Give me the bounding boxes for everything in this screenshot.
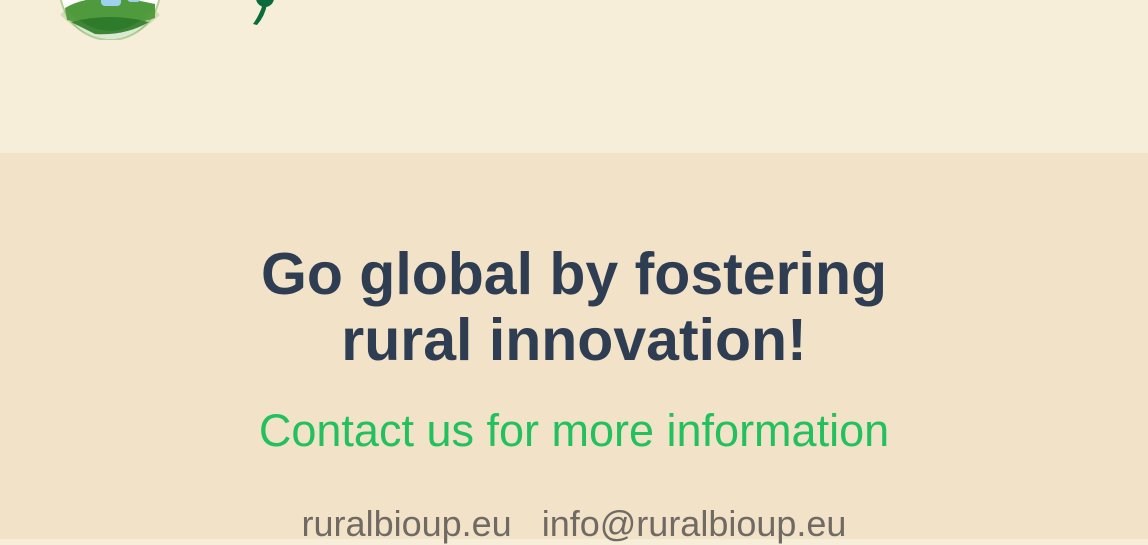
contact-link[interactable]: Contact us for more information [0,405,1148,457]
website-link[interactable]: ruralbioup.eu [302,503,512,544]
page-title: Go global by fostering rural innovation! [0,241,1148,373]
shamrock-logo[interactable] [245,0,415,28]
logo-strip [0,0,1148,153]
headline-line-1: Go global by fostering [260,241,888,307]
headline-line-2: rural innovation! [341,307,807,373]
bioeconomy-seal-logo[interactable] [55,0,165,40]
cta-section: Go global by fostering rural innovation!… [0,153,1148,544]
email-link[interactable]: info@ruralbioup.eu [542,503,847,544]
